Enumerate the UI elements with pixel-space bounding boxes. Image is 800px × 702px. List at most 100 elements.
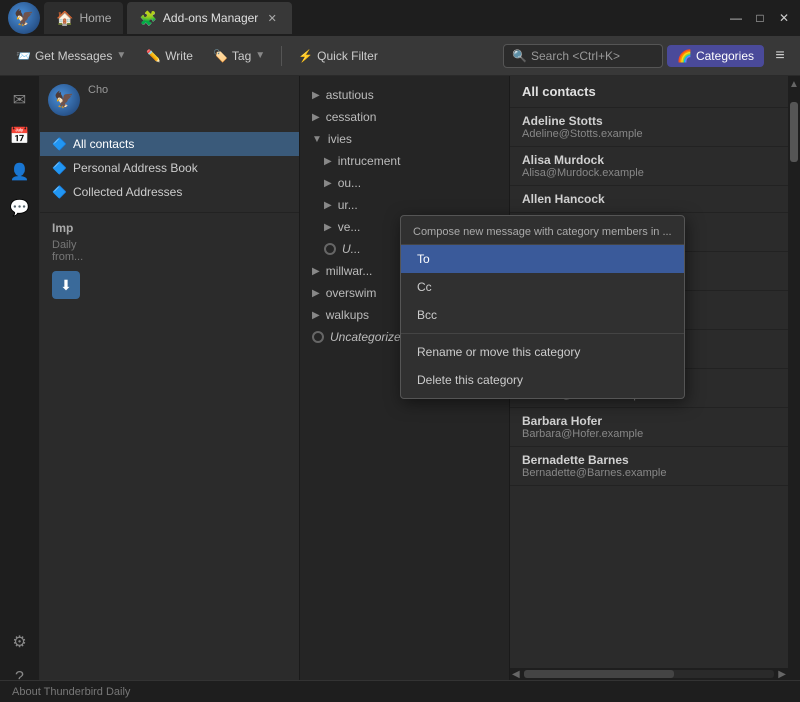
scroll-thumb[interactable] — [790, 102, 798, 162]
contact-item-alisa[interactable]: Alisa Murdock Alisa@Murdock.example — [510, 147, 788, 186]
cat-label: ivies — [328, 132, 352, 146]
import-icon: ⬇ — [60, 277, 72, 294]
tab-home[interactable]: 🏠 Home — [44, 2, 123, 34]
collected-label: Collected Addresses — [73, 185, 182, 199]
cat-label: walkups — [326, 308, 369, 322]
account-avatar: 🦅 — [48, 84, 80, 116]
get-messages-icon: 📨 — [16, 49, 31, 63]
tag-button[interactable]: 🏷️ Tag ▼ — [205, 45, 273, 67]
ctx-to-item[interactable]: To — [401, 245, 684, 273]
h-scroll-track — [524, 670, 775, 678]
cat-label: ou... — [338, 176, 361, 190]
menu-button[interactable]: ≡ — [768, 44, 792, 68]
scroll-left-button[interactable]: ◀ — [510, 669, 522, 680]
app-icon: 🦅 — [8, 2, 40, 34]
titlebar: 🦅 🏠 Home 🧩 Add-ons Manager ✕ — □ ✕ — [0, 0, 800, 36]
cat-label: ve... — [338, 220, 361, 234]
tab-close-button[interactable]: ✕ — [264, 10, 280, 26]
contact-email: Alisa@Murdock.example — [522, 167, 776, 179]
contact-name: Bernadette Barnes — [522, 453, 776, 467]
vertical-scrollbar[interactable]: ▲ ▼ — [788, 76, 800, 702]
contact-item-bernadette[interactable]: Bernadette Barnes Bernadette@Barnes.exam… — [510, 447, 788, 486]
cat-expand-icon: ▶ — [312, 266, 320, 277]
all-contacts-icon: 🔷 — [52, 137, 67, 151]
cat-item-ou[interactable]: ▶ ou... — [300, 172, 509, 194]
categories-label: Categories — [696, 49, 754, 63]
tag-dropdown-icon: ▼ — [255, 50, 265, 61]
search-box[interactable]: 🔍 Search <Ctrl+K> — [503, 44, 663, 68]
cat-label: overswim — [326, 286, 377, 300]
left-panel: 🦅 Cho 🔷 All contacts 🔷 Personal Address … — [40, 76, 300, 702]
maximize-button[interactable]: □ — [752, 10, 768, 26]
cat-expand-icon: ▶ — [324, 222, 332, 233]
search-icon: 🔍 — [512, 49, 527, 63]
write-label: Write — [165, 49, 193, 63]
quick-filter-button[interactable]: ⚡ Quick Filter — [290, 45, 386, 67]
context-menu: Compose new message with category member… — [400, 215, 685, 399]
toolbar: 📨 Get Messages ▼ ✏️ Write 🏷️ Tag ▼ ⚡ Qui… — [0, 36, 800, 76]
contact-name: Alisa Murdock — [522, 153, 776, 167]
tab-addons[interactable]: 🧩 Add-ons Manager ✕ — [127, 2, 292, 34]
sidebar-item-all-contacts[interactable]: 🔷 All contacts — [40, 132, 299, 156]
cat-item-ivies[interactable]: ▼ ivies — [300, 128, 509, 150]
write-icon: ✏️ — [146, 49, 161, 63]
h-scroll-thumb[interactable] — [524, 670, 674, 678]
window-controls: — □ ✕ — [728, 10, 792, 26]
bottom-bar: About Thunderbird Daily — [0, 680, 800, 702]
tag-label: Tag — [232, 49, 251, 63]
import-button[interactable]: ⬇ — [52, 271, 80, 299]
cat-radio-icon — [324, 243, 336, 255]
get-messages-button[interactable]: 📨 Get Messages ▼ — [8, 45, 134, 67]
scroll-right-button[interactable]: ▶ — [776, 669, 788, 680]
horizontal-scrollbar[interactable]: ◀ ▶ — [510, 668, 788, 680]
ctx-bcc-item[interactable]: Bcc — [401, 301, 684, 329]
contact-name: Barbara Hofer — [522, 414, 776, 428]
all-contacts-label: All contacts — [73, 137, 134, 151]
cat-item-cessation[interactable]: ▶ cessation — [300, 106, 509, 128]
cat-collapse-icon: ▼ — [312, 134, 322, 145]
ctx-rename-item[interactable]: Rename or move this category — [401, 338, 684, 366]
cat-expand-icon: ▶ — [312, 90, 320, 101]
nav-icon-settings[interactable]: ⚙ — [4, 626, 36, 658]
contact-item-allen[interactable]: Allen Hancock — [510, 186, 788, 213]
toolbar-separator — [281, 46, 282, 66]
context-menu-separator — [401, 333, 684, 334]
contact-name: Allen Hancock — [522, 192, 776, 206]
nav-icon-chat[interactable]: 💬 — [4, 192, 36, 224]
tab-addons-label: Add-ons Manager — [163, 11, 258, 25]
cat-item-intrucement[interactable]: ▶ intrucement — [300, 150, 509, 172]
tag-icon: 🏷️ — [213, 49, 228, 63]
contact-name: Adeline Stotts — [522, 114, 776, 128]
contact-email: Adeline@Stotts.example — [522, 128, 776, 140]
quick-filter-label: Quick Filter — [317, 49, 378, 63]
import-line2: from... — [52, 251, 287, 263]
categories-button[interactable]: 🌈 Categories — [667, 45, 764, 67]
cat-expand-icon: ▶ — [312, 310, 320, 321]
tab-home-label: Home — [79, 11, 111, 25]
cat-expand-icon: ▶ — [324, 178, 332, 189]
ctx-cc-item[interactable]: Cc — [401, 273, 684, 301]
nav-icon-calendar[interactable]: 📅 — [4, 120, 36, 152]
collected-icon: 🔷 — [52, 185, 67, 199]
scroll-up-button[interactable]: ▲ — [788, 76, 800, 92]
close-window-button[interactable]: ✕ — [776, 10, 792, 26]
contact-item-barbara-hofer[interactable]: Barbara Hofer Barbara@Hofer.example — [510, 408, 788, 447]
cat-item-astutious[interactable]: ▶ astutious — [300, 84, 509, 106]
nav-icon-mail[interactable]: ✉ — [4, 84, 36, 116]
cat-radio-icon — [312, 331, 324, 343]
contact-email: Bernadette@Barnes.example — [522, 467, 776, 479]
minimize-button[interactable]: — — [728, 10, 744, 26]
ctx-delete-item[interactable]: Delete this category — [401, 366, 684, 394]
addons-tab-icon: 🧩 — [139, 10, 156, 27]
sidebar-item-personal[interactable]: 🔷 Personal Address Book — [40, 156, 299, 180]
personal-book-label: Personal Address Book — [73, 161, 198, 175]
contact-list-header: All contacts — [510, 76, 788, 108]
sidebar-item-collected[interactable]: 🔷 Collected Addresses — [40, 180, 299, 204]
write-button[interactable]: ✏️ Write — [138, 45, 201, 67]
contact-item-adeline[interactable]: Adeline Stotts Adeline@Stotts.example — [510, 108, 788, 147]
cat-item-ur[interactable]: ▶ ur... — [300, 194, 509, 216]
nav-icon-contacts[interactable]: 👤 — [4, 156, 36, 188]
cat-label: astutious — [326, 88, 374, 102]
scroll-track — [788, 164, 800, 686]
contact-email: Barbara@Hofer.example — [522, 428, 776, 440]
